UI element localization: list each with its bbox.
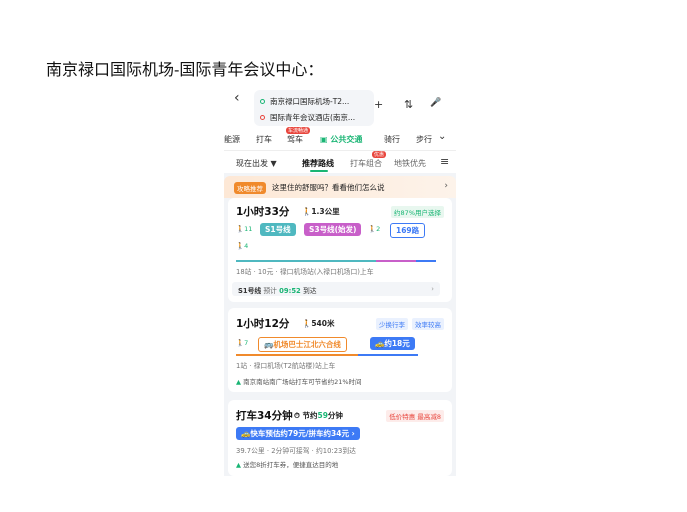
taxi-fare-pill: 🚕约18元 xyxy=(370,337,415,350)
progress-segment xyxy=(358,354,418,356)
bus-169-pill: 169路 xyxy=(390,223,426,238)
swap-icon[interactable]: ⇅ xyxy=(404,98,413,111)
route-filters: 现在出发 ▼ 推荐路线 打车组合 优惠 地铁优先 ≡ xyxy=(224,150,456,173)
car-icon: 🚕 xyxy=(375,339,385,348)
document-title: 南京禄口国际机场-国际青年会议中心： xyxy=(46,60,324,79)
taxi-estimate-button[interactable]: 🚕快车预估约79元/拼车约34元 › xyxy=(236,427,360,440)
clock-icon: ⏱ xyxy=(294,411,300,420)
walk-icon: 🚶 xyxy=(236,225,245,233)
tab-walking[interactable]: 步行 xyxy=(416,134,432,145)
line-s3-pill: S3号线(始发) xyxy=(304,223,362,236)
bus-icon: ▣ xyxy=(320,135,331,144)
route-note: ▲ 送您8折打车券，便捷直达目的地 xyxy=(236,461,339,469)
route-tag: 效率较高 xyxy=(412,318,444,330)
walk-segment: 🚶7 xyxy=(236,339,249,347)
taxi-combo-badge: 优惠 xyxy=(372,151,387,158)
route-card-2[interactable]: 1小时12分 🚶540米 少换行李 效率较高 🚶7 🚌机场巴士江北六合线 🚕约1… xyxy=(228,308,452,392)
origin-dot-icon xyxy=(260,99,265,104)
walk-segment: 🚶2 xyxy=(368,225,381,233)
bus-icon: 🚌 xyxy=(264,340,274,349)
route-info: 1站 · 禄口机场(T2航站楼)站上车 xyxy=(236,362,336,370)
add-stop-icon[interactable]: + xyxy=(374,98,383,111)
tab-public-transit-label: 公共交通 xyxy=(330,135,363,144)
walk-segment: 🚶11 xyxy=(236,225,253,233)
back-icon[interactable]: ‹ xyxy=(234,90,240,106)
origin-row[interactable]: 南京禄口国际机场-T2... xyxy=(260,96,349,107)
destination-dot-icon xyxy=(260,115,265,120)
walk-icon: 🚶 xyxy=(368,225,377,233)
route-note: ▲ 南京南站南广场站打车可节省约21%时间 xyxy=(236,378,362,386)
route-duration: 1小时12分 xyxy=(236,318,290,330)
arrival-estimate[interactable]: S1号线 预计 09:52 到达 › xyxy=(232,282,440,296)
route-popularity-badge: 约87%用户选择 xyxy=(391,206,444,218)
walk-icon: 🚶 xyxy=(236,242,245,250)
menu-icon[interactable]: ≡ xyxy=(440,155,449,168)
tab-energy[interactable]: 能源 xyxy=(224,134,240,145)
time-saving: ⏱ 节约59分钟 xyxy=(294,411,343,420)
walk-icon: 🚶 xyxy=(236,339,245,347)
progress-segment xyxy=(416,260,436,262)
route-tag: 少换行李 xyxy=(376,318,408,330)
route-duration: 打车34分钟 xyxy=(236,410,293,422)
route-card-1[interactable]: 1小时33分 🚶1.3公里 约87%用户选择 🚶11 S1号线 S3号线(始发)… xyxy=(228,198,452,302)
depart-time-select[interactable]: 现在出发 ▼ xyxy=(236,158,277,169)
origin-field[interactable]: 南京禄口国际机场-T2... xyxy=(270,96,349,107)
chevron-right-icon: › xyxy=(444,181,448,191)
walk-icon: 🚶 xyxy=(302,319,312,328)
destination-field[interactable]: 国际青年会议酒店(南京... xyxy=(270,112,355,123)
progress-segment xyxy=(236,260,376,262)
tab-drive[interactable]: 驾车 xyxy=(287,134,303,145)
route-card-3[interactable]: 打车34分钟 ⏱ 节约59分钟 低价特惠 最高减8 🚕快车预估约79元/拼车约3… xyxy=(228,400,452,476)
tab-public-transit[interactable]: ▣ 公共交通 xyxy=(320,134,362,145)
route-duration: 1小时33分 xyxy=(236,206,290,218)
voice-icon[interactable]: 🎤 xyxy=(430,98,441,108)
tab-taxi[interactable]: 打车 xyxy=(256,134,272,145)
chevron-right-icon: › xyxy=(431,285,434,293)
active-filter-underline xyxy=(310,170,328,172)
transport-tabs: 能源 打车 驾车 车流畅通 ▣ 公共交通 骑行 步行 ⌄ xyxy=(224,127,456,150)
line-s1-pill: S1号线 xyxy=(260,223,296,236)
filter-subway-first[interactable]: 地铁优先 xyxy=(394,158,426,169)
progress-segment xyxy=(236,354,358,356)
tips-banner[interactable]: 攻略推荐 这里住的舒服吗？看看他们怎么说 › xyxy=(224,176,456,198)
route-header: ‹ 南京禄口国际机场-T2... 国际青年会议酒店(南京... + ⇅ 🎤 xyxy=(224,84,456,128)
banner-badge: 攻略推荐 xyxy=(234,182,266,194)
route-info: 18站 · 10元 · 禄口机场站(入禄口机场口)上车 xyxy=(236,268,374,276)
filter-recommended[interactable]: 推荐路线 xyxy=(302,158,334,169)
drive-status-badge: 车流畅通 xyxy=(286,127,311,134)
progress-segment xyxy=(376,260,416,262)
tab-cycling[interactable]: 骑行 xyxy=(384,134,400,145)
airport-bus-pill: 🚌机场巴士江北六合线 xyxy=(258,337,347,352)
route-walk-distance: 🚶1.3公里 xyxy=(302,207,340,216)
filter-taxi-combo[interactable]: 打车组合 xyxy=(350,158,382,169)
tab-drive-label: 驾车 xyxy=(287,135,303,144)
discount-badge: 低价特惠 最高减8 xyxy=(386,410,444,422)
route-input-box[interactable]: 南京禄口国际机场-T2... 国际青年会议酒店(南京... xyxy=(254,90,374,126)
route-walk-distance: 🚶540米 xyxy=(302,319,335,328)
phone-screenshot: ‹ 南京禄口国际机场-T2... 国际青年会议酒店(南京... + ⇅ 🎤 能源… xyxy=(224,84,456,476)
walk-segment: 🚶4 xyxy=(236,242,249,250)
car-icon: 🚕 xyxy=(241,429,251,438)
walk-icon: 🚶 xyxy=(302,207,312,216)
route-info: 39.7公里 · 2分钟可接驾 · 约10:23到达 xyxy=(236,447,356,455)
destination-row[interactable]: 国际青年会议酒店(南京... xyxy=(260,112,355,123)
arrival-text: S1号线 预计 09:52 到达 xyxy=(238,287,317,295)
banner-text: 这里住的舒服吗？看看他们怎么说 xyxy=(272,183,385,192)
chevron-down-icon[interactable]: ⌄ xyxy=(438,131,446,142)
